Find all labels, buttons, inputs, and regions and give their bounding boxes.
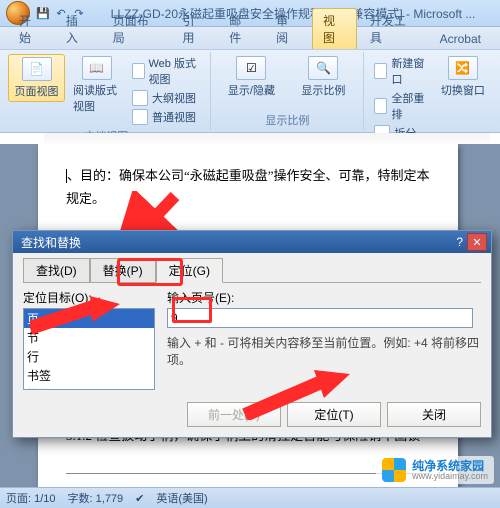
previous-button: 前一处(S) (187, 402, 281, 427)
page-view-label: 页面视图 (15, 83, 59, 99)
status-bar: 页面: 1/10 字数: 1,779 ✔ 英语(美国) (0, 487, 500, 508)
watermark-logo-icon (382, 458, 406, 482)
arrangeall-button[interactable]: 全部重排 (370, 89, 430, 123)
newwindow-button[interactable]: 新建窗口 (370, 54, 430, 88)
tab-mailings[interactable]: 邮件 (218, 8, 263, 49)
tab-home[interactable]: 开始 (8, 8, 53, 49)
reading-view-label: 阅读版式视图 (73, 82, 120, 114)
watermark-cn: 纯净系统家园 (412, 460, 488, 472)
zoom-button[interactable]: 🔍 显示比例 (289, 54, 357, 100)
tab-review[interactable]: 审阅 (265, 8, 310, 49)
status-language[interactable]: 英语(美国) (156, 490, 207, 506)
listbox-item-line[interactable]: 行 (24, 347, 154, 366)
para-1[interactable]: 、目的：确保本公司“永磁起重吸盘”操作安全、可靠，特制定本规定。 (66, 164, 430, 211)
tab-acrobat[interactable]: Acrobat (429, 28, 492, 49)
status-words[interactable]: 字数: 1,779 (68, 490, 124, 506)
outline-label: 大纲视图 (152, 90, 196, 106)
switchwindow-icon: 🔀 (448, 56, 478, 80)
zoom-label: 显示比例 (301, 82, 345, 98)
reading-view-button[interactable]: 📖 阅读版式视图 (69, 54, 124, 116)
dialog-title: 查找和替换 (21, 234, 81, 251)
tab-references[interactable]: 引用 (171, 8, 216, 49)
page-view-button[interactable]: 📄 页面视图 (8, 54, 65, 102)
watermark-url: www.yidaimay.com (412, 472, 488, 481)
group-zoom-label: 显示比例 (217, 110, 357, 128)
page-number-input[interactable] (167, 308, 473, 328)
tab-view[interactable]: 视图 (312, 8, 357, 49)
switchwindow-label: 切换窗口 (441, 82, 485, 98)
macros-button[interactable]: ▶ 宏 (496, 54, 500, 100)
ribbon: 📄 页面视图 📖 阅读版式视图 Web 版式视图 大纲视图 普通视图 文档视图 … (0, 50, 500, 133)
goto-target-label: 定位目标(O): (23, 289, 155, 306)
listbox-item-section[interactable]: 节 (24, 328, 154, 347)
showhide-button[interactable]: ☑ 显示/隐藏 (217, 54, 285, 100)
goto-target-listbox[interactable]: 页 节 行 书签 批注 脚注 (23, 308, 155, 390)
tab-insert[interactable]: 插入 (55, 8, 100, 49)
status-spellcheck-icon[interactable]: ✔ (135, 492, 144, 505)
dialog-tab-find[interactable]: 查找(D) (23, 258, 90, 283)
web-layout-button[interactable]: Web 版式视图 (128, 54, 204, 88)
find-replace-dialog: 查找和替换 ? ✕ 查找(D) 替换(P) 定位(G) 定位目标(O): 页 节… (12, 230, 492, 438)
listbox-item-page[interactable]: 页 (24, 309, 154, 328)
switchwindow-button[interactable]: 🔀 切换窗口 (434, 54, 492, 100)
newwindow-label: 新建窗口 (391, 55, 426, 87)
showhide-label: 显示/隐藏 (228, 82, 275, 98)
listbox-item-comment[interactable]: 批注 (24, 385, 154, 390)
goto-hint: 输入 + 和 - 可将相关内容移至当前位置。例如: +4 将前移四项。 (167, 334, 481, 368)
showhide-icon: ☑ (236, 56, 266, 80)
reading-view-icon: 📖 (82, 56, 112, 80)
listbox-item-bookmark[interactable]: 书签 (24, 366, 154, 385)
outline-button[interactable]: 大纲视图 (128, 89, 204, 107)
dialog-help-icon[interactable]: ? (456, 235, 463, 249)
web-layout-icon (132, 63, 144, 79)
draft-icon (132, 109, 148, 125)
dialog-close-button[interactable]: ✕ (467, 233, 487, 251)
newwindow-icon (374, 63, 387, 79)
draft-button[interactable]: 普通视图 (128, 108, 204, 126)
status-page[interactable]: 页面: 1/10 (6, 490, 56, 506)
ribbon-tabstrip: 开始 插入 页面布局 引用 邮件 审阅 视图 开发工具 Acrobat (0, 27, 500, 50)
para-1-text: 、目的：确保本公司“永磁起重吸盘”操作安全、可靠，特制定本规定。 (66, 168, 430, 206)
zoom-icon: 🔍 (308, 56, 338, 80)
page-number-label: 输入页号(E): (167, 289, 481, 306)
goto-button[interactable]: 定位(T) (287, 402, 381, 427)
tab-developer[interactable]: 开发工具 (359, 8, 427, 49)
tab-pagelayout[interactable]: 页面布局 (102, 8, 170, 49)
dialog-tab-replace[interactable]: 替换(P) (90, 258, 156, 283)
page-view-icon: 📄 (22, 57, 52, 81)
arrangeall-icon (374, 98, 387, 114)
draft-label: 普通视图 (152, 109, 196, 125)
dialog-tab-goto[interactable]: 定位(G) (156, 258, 223, 283)
web-layout-label: Web 版式视图 (149, 55, 201, 87)
watermark: 纯净系统家园 www.yidaimay.com (376, 456, 494, 484)
outline-icon (132, 90, 148, 106)
arrangeall-label: 全部重排 (391, 90, 426, 122)
close-button[interactable]: 关闭 (387, 402, 481, 427)
